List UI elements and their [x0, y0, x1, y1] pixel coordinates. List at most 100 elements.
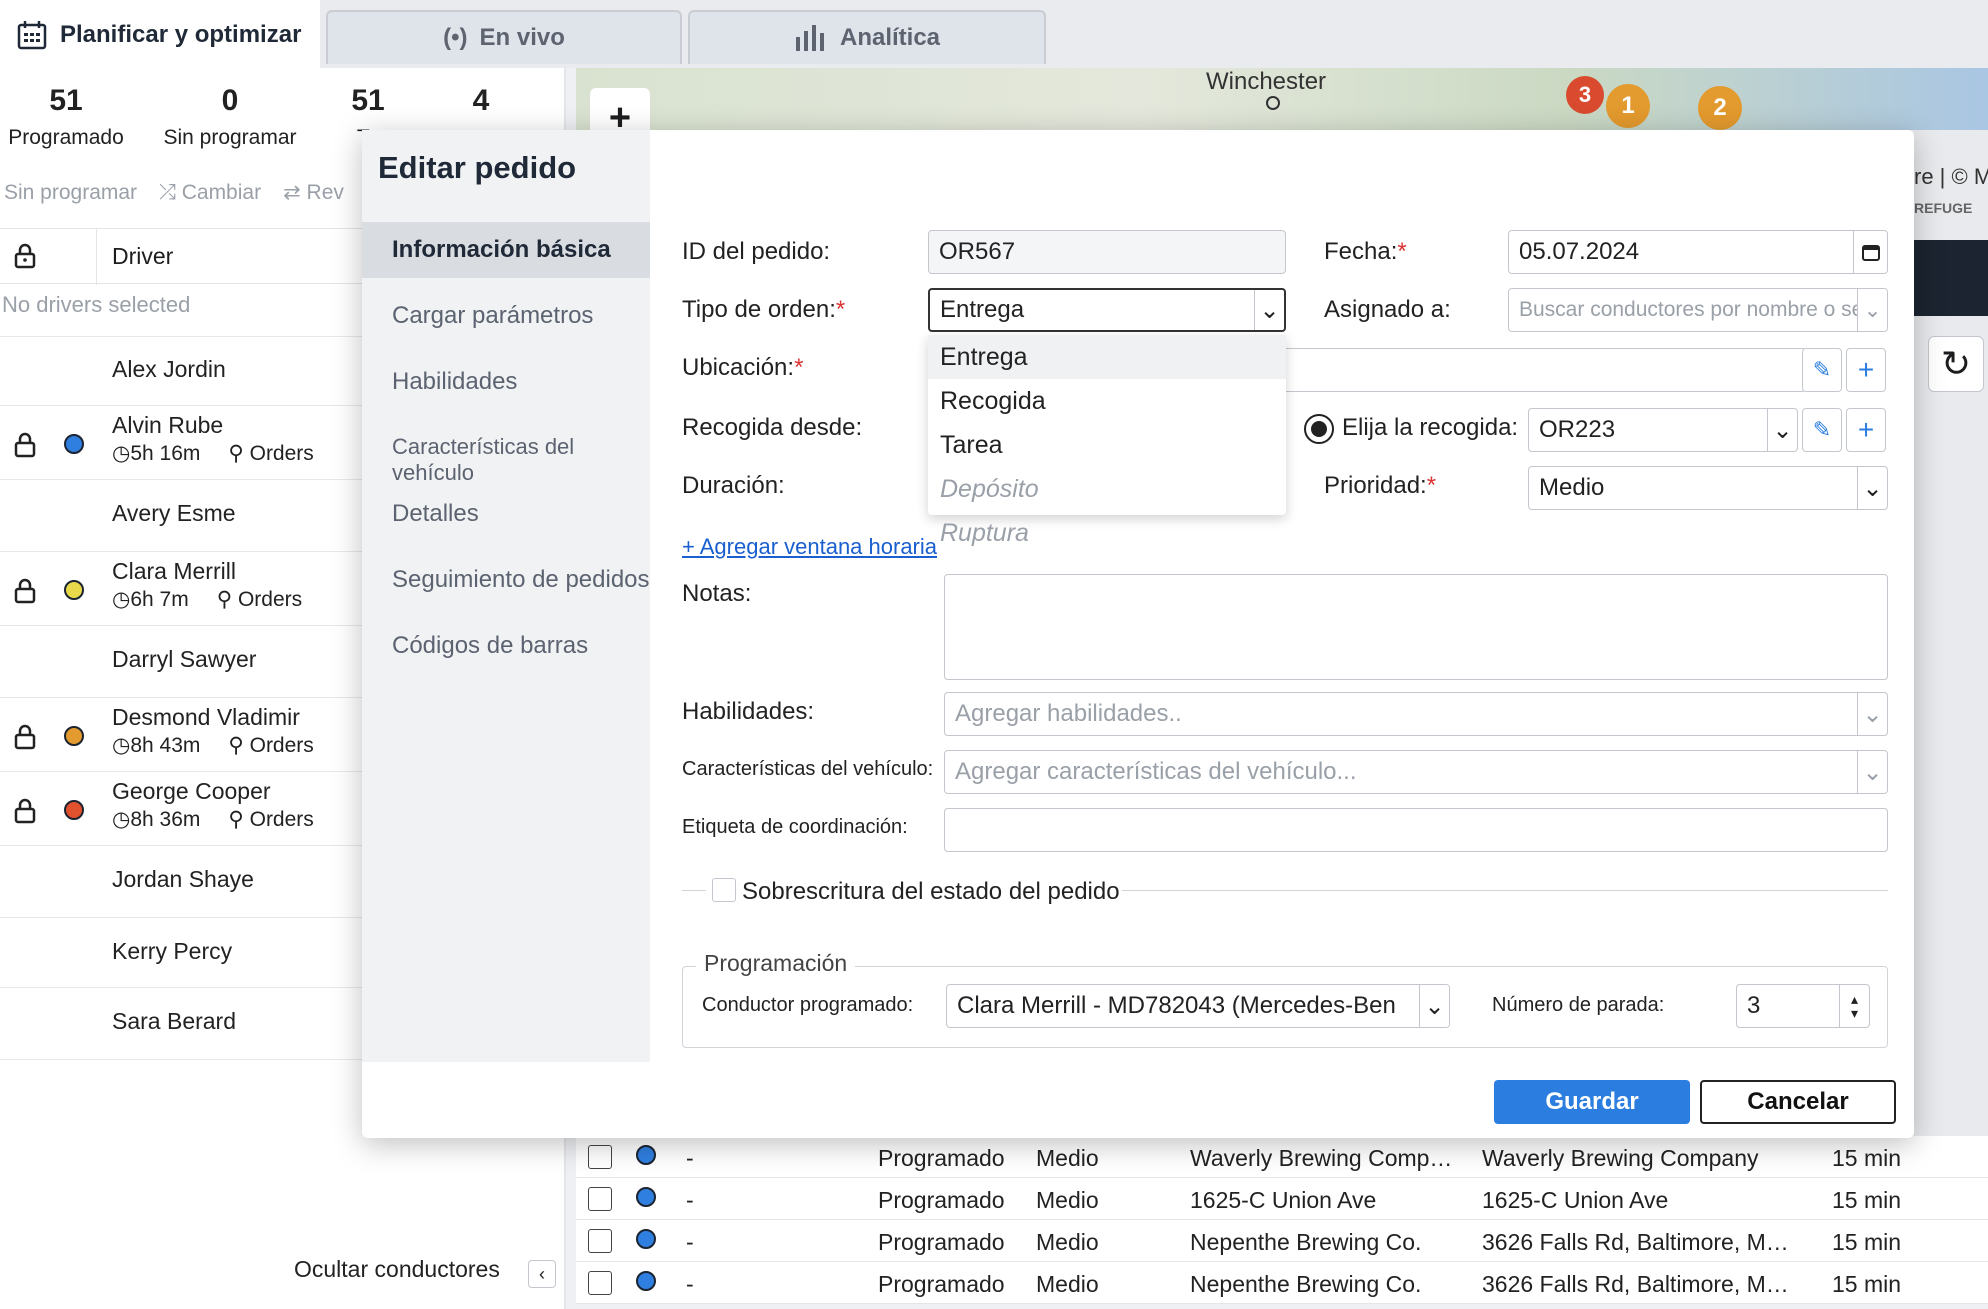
save-button[interactable]: Guardar [1494, 1080, 1690, 1124]
driver-orders[interactable]: ⚲ Orders [217, 587, 302, 612]
vehicle-features-select[interactable]: Agregar características del vehículo... … [944, 750, 1888, 794]
change-button[interactable]: ⤮ Cambiar [159, 181, 261, 205]
duration-label: Duración: [682, 472, 785, 499]
stepper-arrows-icon[interactable]: ▴ ▾ [1839, 985, 1869, 1027]
row-checkbox[interactable] [588, 1229, 612, 1253]
section-load-params[interactable]: Cargar parámetros [392, 302, 593, 330]
cell-name: Nepenthe Brewing Co. [1190, 1229, 1422, 1255]
priority-select[interactable]: Medio ⌄ [1528, 466, 1888, 510]
table-row[interactable]: - Programado Medio 1625-C Union Ave 1625… [576, 1178, 1988, 1220]
edit-order-dialog: Editar pedido Información básica Cargar … [362, 130, 1914, 1138]
coordination-tag-field[interactable] [944, 808, 1888, 852]
driver-time: ◷8h 36m [112, 808, 201, 831]
add-time-window-link[interactable]: + Agregar ventana horaria [682, 534, 937, 560]
lock-icon[interactable] [14, 578, 36, 610]
section-vehicle-features[interactable]: Características del vehículo [392, 434, 650, 486]
map-refuge-label: REFUGE [1914, 200, 1973, 216]
driver-name: Darryl Sawyer [112, 646, 257, 672]
cell-name: Nepenthe Brewing Co. [1190, 1271, 1422, 1297]
hide-drivers-label[interactable]: Ocultar conductores [294, 1256, 500, 1283]
notes-textarea[interactable] [944, 574, 1888, 680]
choose-pickup-radio[interactable] [1304, 414, 1334, 444]
dropdown-option-task[interactable]: Tarea [928, 423, 1286, 467]
table-row[interactable]: - Programado Medio Waverly Brewing Comp…… [576, 1136, 1988, 1178]
cancel-button[interactable]: Cancelar [1700, 1080, 1896, 1124]
driver-orders[interactable]: ⚲ Orders [228, 441, 313, 466]
lock-icon[interactable] [14, 432, 36, 464]
tab-plan-optimize[interactable]: Planificar y optimizar [0, 0, 320, 68]
reverse-button[interactable]: ⇄ Rev [283, 180, 344, 205]
broadcast-icon: (•) [443, 24, 468, 51]
date-field[interactable]: 05.07.2024 [1508, 230, 1888, 274]
calendar-icon[interactable] [1853, 231, 1887, 273]
chevron-down-icon: ⌄ [1419, 985, 1449, 1027]
map-attribution: re | © M [1914, 164, 1988, 189]
map-cluster-badge[interactable]: 2 [1698, 86, 1742, 130]
edit-location-button[interactable]: ✎ [1802, 348, 1842, 392]
map-dark-panel [1914, 240, 1988, 316]
add-location-button[interactable]: + [1846, 348, 1886, 392]
section-skills[interactable]: Habilidades [392, 368, 517, 396]
unschedule-button[interactable]: Sin programar [4, 181, 137, 205]
lock-icon[interactable] [14, 243, 36, 275]
lock-icon[interactable] [14, 724, 36, 756]
refresh-icon[interactable]: ↻ [1928, 336, 1984, 392]
row-checkbox[interactable] [588, 1271, 612, 1295]
stop-number-label: Número de parada: [1492, 994, 1665, 1016]
scheduling-legend: Programación [696, 950, 856, 977]
tab-label: En vivo [479, 24, 565, 51]
map-cluster-badge[interactable]: 3 [1566, 76, 1604, 114]
cell-status: Programado [878, 1271, 1005, 1297]
dropdown-option-delivery[interactable]: Entrega [928, 335, 1286, 379]
driver-orders[interactable]: ⚲ Orders [228, 733, 313, 758]
section-order-tracking[interactable]: Seguimiento de pedidos [392, 566, 650, 594]
map-view[interactable]: + Winchester 3 1 2 [576, 68, 1988, 148]
row-checkbox[interactable] [588, 1187, 612, 1211]
calendar-icon [16, 19, 48, 51]
edit-pickup-button[interactable]: ✎ [1802, 408, 1842, 452]
chevron-left-icon[interactable]: ‹ [528, 1260, 556, 1288]
section-basic-info[interactable]: Información básica [362, 222, 650, 278]
chevron-down-icon: ⌄ [1857, 467, 1887, 509]
driver-toolbar: Sin programar ⤮ Cambiar ⇄ Rev [4, 180, 344, 205]
order-type-select[interactable]: Entrega ⌄ [928, 288, 1286, 332]
row-checkbox[interactable] [588, 1145, 612, 1169]
driver-color-dot [64, 726, 84, 746]
cell-name: 1625-C Union Ave [1190, 1187, 1377, 1213]
driver-column-header[interactable]: Driver [112, 243, 173, 270]
tab-live[interactable]: (•) En vivo [326, 10, 682, 64]
stop-number-stepper[interactable]: 3 ▴ ▾ [1736, 984, 1870, 1028]
tab-analytics[interactable]: Analítica [688, 10, 1046, 64]
driver-name: George Cooper [112, 778, 271, 804]
section-barcodes[interactable]: Códigos de barras [392, 632, 588, 660]
cell-priority: Medio [1036, 1187, 1099, 1213]
driver-time: ◷5h 16m [112, 442, 201, 465]
add-pickup-button[interactable]: + [1846, 408, 1886, 452]
cell-address: 3626 Falls Rd, Baltimore, M… [1482, 1271, 1789, 1297]
plus-icon: + [1857, 354, 1875, 385]
assigned-driver-search[interactable]: Buscar conductores por nombre o se ⌄ [1508, 288, 1888, 332]
dropdown-option-pickup[interactable]: Recogida [928, 379, 1286, 423]
status-override-checkbox[interactable] [712, 878, 736, 902]
section-details[interactable]: Detalles [392, 500, 479, 528]
clock-icon: ◷ [112, 734, 131, 757]
swap-icon: ⇄ [283, 181, 301, 204]
map-cluster-badge[interactable]: 1 [1606, 84, 1650, 128]
lock-icon[interactable] [14, 798, 36, 830]
date-label: Fecha:* [1324, 238, 1407, 265]
cell-address: 1625-C Union Ave [1482, 1187, 1669, 1213]
priority-label: Prioridad:* [1324, 472, 1437, 499]
scheduled-driver-select[interactable]: Clara Merrill - MD782043 (Mercedes-Ben ⌄ [946, 984, 1450, 1028]
cell-address: Waverly Brewing Company [1482, 1145, 1759, 1171]
pickup-order-select[interactable]: OR223 ⌄ [1528, 408, 1798, 452]
driver-name: Desmond Vladimir [112, 704, 300, 730]
skills-select[interactable]: Agregar habilidades.. ⌄ [944, 692, 1888, 736]
dropdown-option-break: Ruptura [940, 518, 1029, 547]
table-row[interactable]: - Programado Medio Nepenthe Brewing Co. … [576, 1262, 1988, 1304]
cell-address: 3626 Falls Rd, Baltimore, M… [1482, 1229, 1789, 1255]
table-row[interactable]: - Programado Medio Nepenthe Brewing Co. … [576, 1220, 1988, 1262]
order-id-field[interactable]: OR567 [928, 230, 1286, 274]
driver-orders[interactable]: ⚲ Orders [228, 807, 313, 832]
chevron-down-icon: ⌄ [1857, 289, 1887, 331]
status-override-label: Sobrescritura del estado del pedido [742, 878, 1120, 905]
